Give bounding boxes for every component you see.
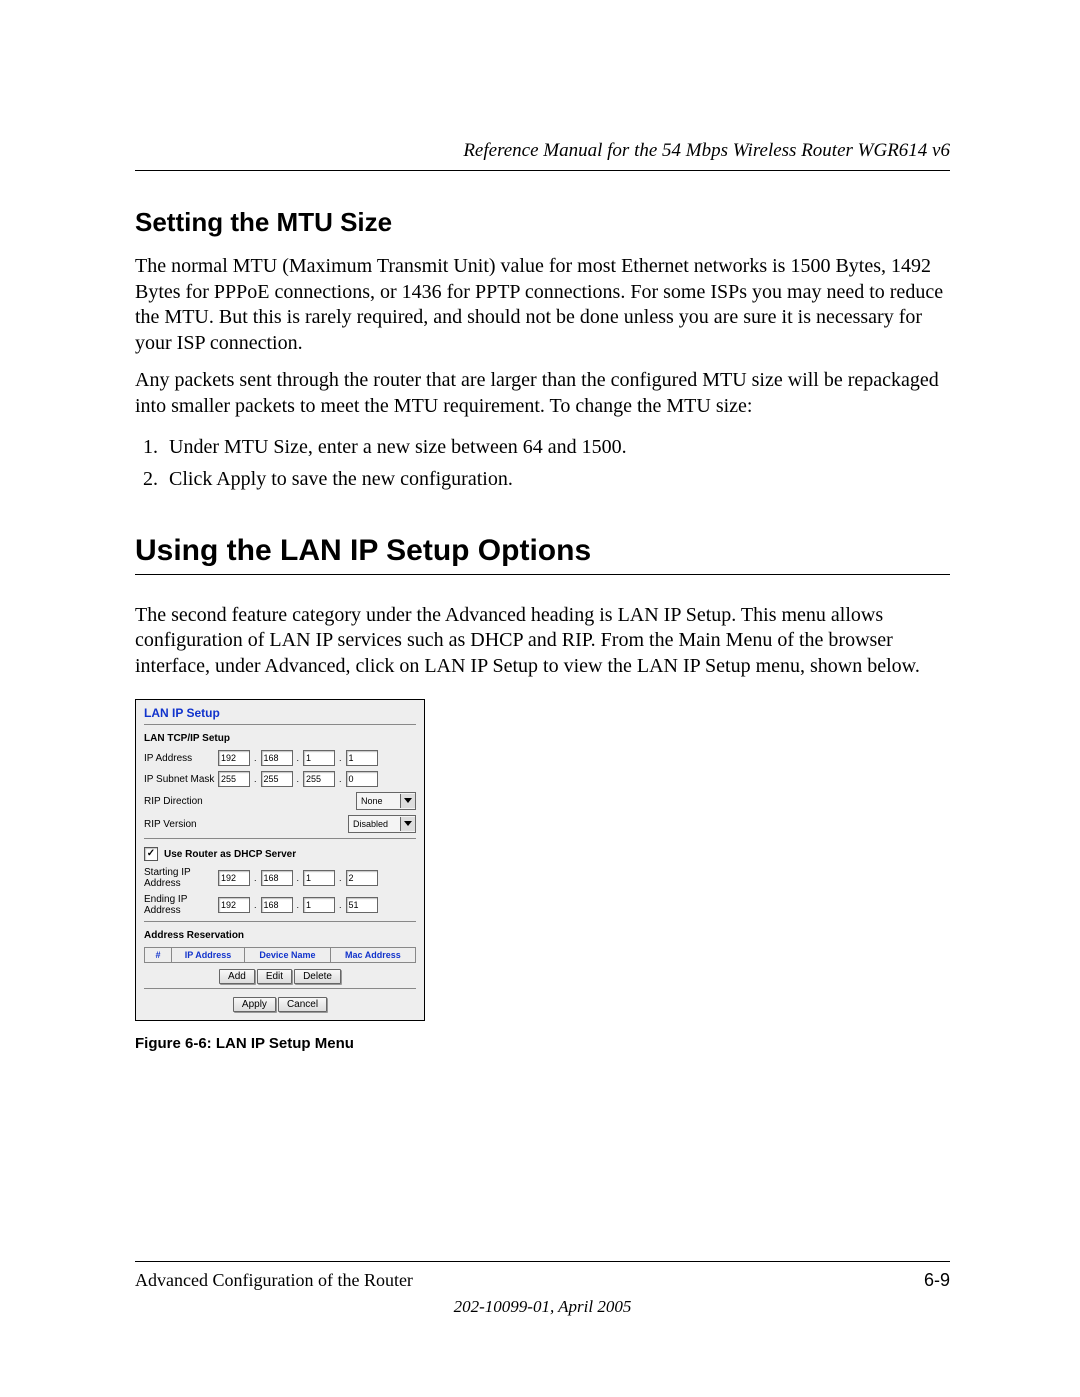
footer-rule bbox=[135, 1261, 950, 1262]
page-footer: Advanced Configuration of the Router 6-9… bbox=[135, 1261, 950, 1317]
footer-chapter: Advanced Configuration of the Router bbox=[135, 1270, 413, 1291]
col-mac: Mac Address bbox=[330, 948, 415, 963]
header-rule bbox=[135, 170, 950, 171]
panel-rule-2 bbox=[144, 838, 416, 839]
address-reservation-heading: Address Reservation bbox=[144, 930, 416, 941]
chevron-down-icon bbox=[400, 817, 415, 831]
rip-version-label: RIP Version bbox=[144, 819, 197, 830]
dhcp-checkbox[interactable]: ✓ bbox=[144, 847, 158, 861]
row-end-ip: Ending IP Address 192. 168. 1. 51 bbox=[144, 894, 416, 916]
row-subnet: IP Subnet Mask 255. 255. 255. 0 bbox=[144, 771, 416, 787]
row-rip-version: RIP Version Disabled bbox=[144, 815, 416, 833]
dhcp-checkbox-label: Use Router as DHCP Server bbox=[164, 849, 296, 860]
subnet-octet-1[interactable]: 255 bbox=[218, 771, 250, 787]
ip-octet-3[interactable]: 1 bbox=[303, 750, 335, 766]
col-device: Device Name bbox=[245, 948, 331, 963]
ip-octet-4[interactable]: 1 bbox=[346, 750, 378, 766]
lan-ip-setup-panel: LAN IP Setup LAN TCP/IP Setup IP Address… bbox=[135, 699, 425, 1021]
rip-version-value: Disabled bbox=[349, 819, 400, 829]
row-start-ip: Starting IP Address 192. 168. 1. 2 bbox=[144, 867, 416, 889]
panel-rule-1 bbox=[144, 724, 416, 725]
row-dhcp-checkbox: ✓ Use Router as DHCP Server bbox=[144, 847, 416, 861]
apply-button[interactable]: Apply bbox=[233, 997, 276, 1012]
end-ip-octet-2[interactable]: 168 bbox=[261, 897, 293, 913]
footer-doc-id: 202-10099-01, April 2005 bbox=[135, 1297, 950, 1317]
panel-rule-4 bbox=[144, 988, 416, 989]
start-ip-octet-4[interactable]: 2 bbox=[346, 870, 378, 886]
delete-button[interactable]: Delete bbox=[294, 969, 341, 984]
ip-octet-1[interactable]: 192 bbox=[218, 750, 250, 766]
end-ip-octet-4[interactable]: 51 bbox=[346, 897, 378, 913]
rip-direction-value: None bbox=[357, 796, 400, 806]
end-ip-octet-1[interactable]: 192 bbox=[218, 897, 250, 913]
mtu-paragraph-2: Any packets sent through the router that… bbox=[135, 368, 950, 419]
col-num: # bbox=[145, 948, 172, 963]
end-ip-label: Ending IP Address bbox=[144, 894, 218, 916]
panel-rule-3 bbox=[144, 921, 416, 922]
add-button[interactable]: Add bbox=[219, 969, 255, 984]
start-ip-octet-1[interactable]: 192 bbox=[218, 870, 250, 886]
subnet-label: IP Subnet Mask bbox=[144, 774, 218, 785]
start-ip-octet-2[interactable]: 168 bbox=[261, 870, 293, 886]
rip-direction-label: RIP Direction bbox=[144, 796, 203, 807]
start-ip-octet-3[interactable]: 1 bbox=[303, 870, 335, 886]
reservation-table: # IP Address Device Name Mac Address bbox=[144, 947, 416, 963]
col-ip: IP Address bbox=[172, 948, 245, 963]
end-ip-octet-3[interactable]: 1 bbox=[303, 897, 335, 913]
tcpip-heading: LAN TCP/IP Setup bbox=[144, 733, 416, 744]
subnet-octet-2[interactable]: 255 bbox=[261, 771, 293, 787]
subnet-octet-3[interactable]: 255 bbox=[303, 771, 335, 787]
mtu-step-2: Click Apply to save the new configuratio… bbox=[163, 464, 950, 494]
heading-lan-ip: Using the LAN IP Setup Options bbox=[135, 534, 950, 575]
footer-page-number: 6-9 bbox=[924, 1270, 950, 1291]
lan-paragraph-1: The second feature category under the Ad… bbox=[135, 603, 950, 680]
mtu-paragraph-1: The normal MTU (Maximum Transmit Unit) v… bbox=[135, 254, 950, 356]
start-ip-label: Starting IP Address bbox=[144, 867, 218, 889]
header-manual-title: Reference Manual for the 54 Mbps Wireles… bbox=[135, 140, 950, 162]
figure-caption: Figure 6-6: LAN IP Setup Menu bbox=[135, 1035, 950, 1052]
panel-title: LAN IP Setup bbox=[144, 706, 416, 720]
chevron-down-icon bbox=[400, 794, 415, 808]
heading-mtu: Setting the MTU Size bbox=[135, 207, 950, 238]
mtu-steps: Under MTU Size, enter a new size between… bbox=[135, 432, 950, 494]
rip-version-select[interactable]: Disabled bbox=[348, 815, 416, 833]
edit-button[interactable]: Edit bbox=[257, 969, 292, 984]
rip-direction-select[interactable]: None bbox=[356, 792, 416, 810]
cancel-button[interactable]: Cancel bbox=[278, 997, 327, 1012]
mtu-step-1: Under MTU Size, enter a new size between… bbox=[163, 432, 950, 462]
subnet-octet-4[interactable]: 0 bbox=[346, 771, 378, 787]
row-rip-direction: RIP Direction None bbox=[144, 792, 416, 810]
ip-address-label: IP Address bbox=[144, 753, 218, 764]
row-ip-address: IP Address 192. 168. 1. 1 bbox=[144, 750, 416, 766]
ip-octet-2[interactable]: 168 bbox=[261, 750, 293, 766]
